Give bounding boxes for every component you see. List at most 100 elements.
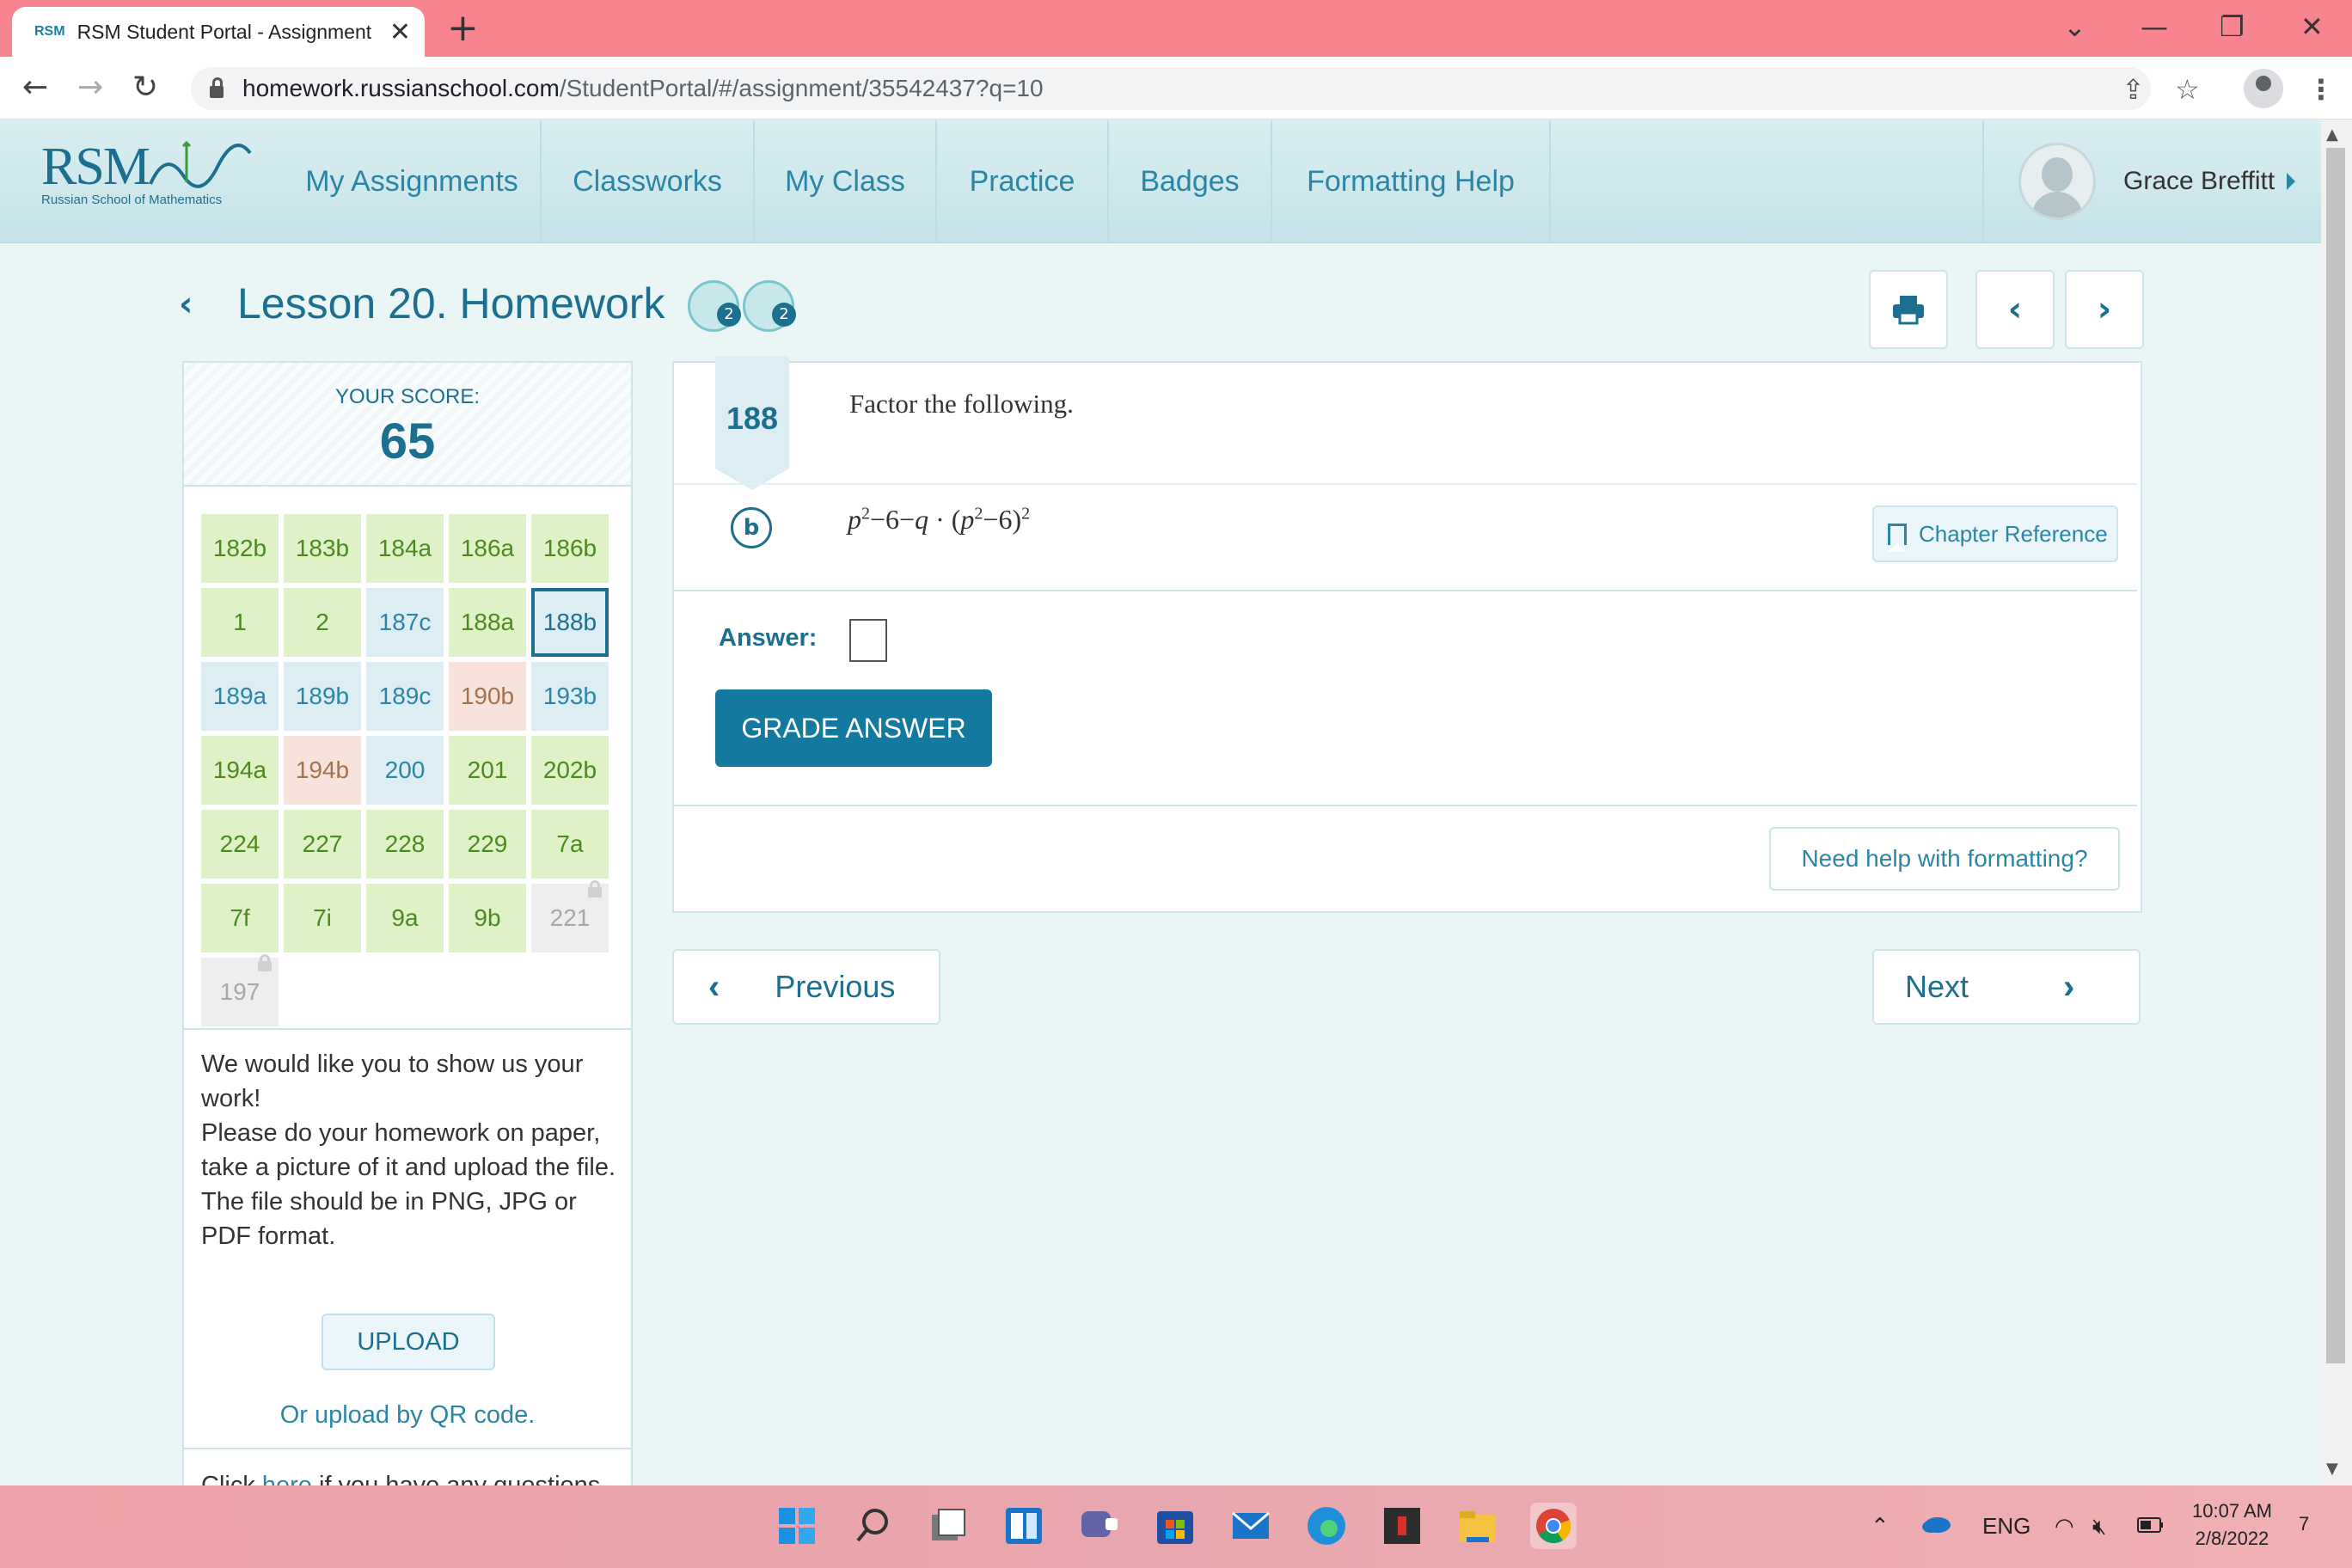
scrollbar-thumb[interactable] — [2326, 148, 2345, 1363]
previous-question-button[interactable]: ‹ — [1975, 270, 2055, 349]
problem-cell[interactable]: 186a — [449, 514, 526, 583]
problem-cell[interactable]: 183b — [284, 514, 361, 583]
problem-cell[interactable]: 202b — [531, 736, 609, 805]
nav-my-class[interactable]: My Class — [755, 120, 937, 242]
search-icon[interactable] — [849, 1503, 896, 1549]
print-button[interactable] — [1869, 270, 1948, 349]
back-arrow-icon[interactable]: ← — [22, 69, 48, 107]
share-icon[interactable]: ⇪ — [2122, 70, 2145, 108]
nav-badges[interactable]: Badges — [1109, 120, 1272, 242]
problem-cell[interactable]: 9a — [366, 884, 444, 952]
restore-icon[interactable]: ❐ — [2220, 5, 2245, 48]
rsm-logo[interactable]: RSM Russian School of Mathematics — [41, 140, 252, 207]
volume-muted-icon[interactable]: 🔇︎ — [2092, 1513, 2106, 1540]
previous-button[interactable]: ‹ Previous — [672, 949, 940, 1025]
problem-cell[interactable]: 229 — [449, 810, 526, 879]
notification-count[interactable]: 7 — [2299, 1513, 2309, 1535]
url-field[interactable]: homework.russianschool.com/StudentPortal… — [191, 67, 2151, 110]
user-menu[interactable]: Grace Breffitt — [1982, 120, 2323, 242]
close-window-icon[interactable]: ✕ — [2300, 5, 2324, 48]
problem-cell[interactable]: 197 — [201, 954, 279, 1026]
forward-arrow-icon[interactable]: → — [77, 69, 103, 107]
bookmark-star-icon[interactable]: ☆ — [2175, 70, 2200, 108]
edge-browser-icon[interactable] — [1303, 1503, 1350, 1549]
problem-cell[interactable]: 186b — [531, 514, 609, 583]
scroll-up-icon[interactable]: ▲ — [2326, 126, 2338, 144]
problem-cell[interactable]: 188b — [531, 588, 609, 657]
next-button[interactable]: Next › — [1872, 949, 2141, 1025]
problem-cell[interactable]: 7f — [201, 884, 279, 952]
problem-cell[interactable]: 193b — [531, 662, 609, 731]
badge-count: 2 — [717, 303, 741, 327]
file-explorer-icon[interactable] — [1455, 1503, 1501, 1549]
score-box: YOUR SCORE: 65 — [182, 361, 633, 487]
problem-cell[interactable]: 187c — [366, 588, 444, 657]
close-tab-icon[interactable]: ✕ — [389, 17, 411, 47]
system-clock[interactable]: 10:07 AM 2/8/2022 — [2192, 1498, 2272, 1553]
previous-label: Previous — [775, 969, 896, 1004]
nav-practice[interactable]: Practice — [937, 120, 1109, 242]
problem-cell[interactable]: 7a — [531, 810, 609, 879]
problem-cell[interactable]: 189b — [284, 662, 361, 731]
formatting-help-button[interactable]: Need help with formatting? — [1769, 827, 2120, 891]
problem-cell[interactable]: 201 — [449, 736, 526, 805]
chevron-right-icon: › — [2063, 967, 2075, 1006]
nav-my-assignments[interactable]: My Assignments — [284, 120, 542, 242]
problem-label: 7f — [230, 904, 250, 931]
tab-search-icon[interactable]: ⌄ — [2063, 5, 2086, 48]
chapter-reference-label: Chapter Reference — [1919, 520, 2108, 547]
back-chevron-icon[interactable]: ‹ — [179, 284, 193, 325]
reload-icon[interactable]: ↻ — [132, 69, 158, 107]
problem-cell[interactable]: 189c — [366, 662, 444, 731]
teams-chat-icon[interactable] — [1076, 1503, 1123, 1549]
chrome-browser-icon[interactable] — [1530, 1503, 1577, 1549]
problem-label: 7a — [556, 830, 584, 857]
chevron-left-icon: ‹ — [2007, 290, 2023, 329]
browser-tab[interactable]: RSM RSM Student Portal - Assignment ✕ — [12, 7, 425, 57]
problem-cell[interactable]: 227 — [284, 810, 361, 879]
problem-label: 194b — [295, 756, 350, 783]
problem-cell[interactable]: 189a — [201, 662, 279, 731]
problem-cell[interactable]: 200 — [366, 736, 444, 805]
minimize-icon[interactable]: — — [2141, 5, 2168, 48]
problem-cell[interactable]: 9b — [449, 884, 526, 952]
problem-label: 229 — [467, 830, 508, 857]
widgets-icon[interactable] — [1001, 1503, 1047, 1549]
problem-cell[interactable]: 1 — [201, 588, 279, 657]
problem-cell[interactable]: 182b — [201, 514, 279, 583]
qr-upload-link[interactable]: Or upload by QR code. — [184, 1401, 631, 1430]
problem-cell[interactable]: 2 — [284, 588, 361, 657]
tray-expand-icon[interactable]: ⌃ — [1871, 1513, 1890, 1540]
problem-cell[interactable]: 194a — [201, 736, 279, 805]
scroll-down-icon[interactable]: ▼ — [2326, 1460, 2338, 1478]
chapter-reference-button[interactable]: Chapter Reference — [1872, 505, 2118, 562]
store-icon[interactable] — [1152, 1503, 1198, 1549]
problem-cell[interactable]: 184a — [366, 514, 444, 583]
problem-cell[interactable]: 194b — [284, 736, 361, 805]
new-tab-button[interactable]: + — [447, 7, 479, 50]
profile-avatar-icon[interactable] — [2244, 69, 2283, 108]
nav-classworks[interactable]: Classworks — [542, 120, 755, 242]
grade-answer-button[interactable]: GRADE ANSWER — [715, 689, 992, 767]
nav-formatting-help[interactable]: Formatting Help — [1272, 120, 1551, 242]
mail-icon[interactable] — [1228, 1503, 1274, 1549]
battery-icon[interactable] — [2137, 1513, 2165, 1540]
task-view-icon[interactable] — [925, 1503, 971, 1549]
problem-cell[interactable]: 224 — [201, 810, 279, 879]
problem-cell[interactable]: 7i — [284, 884, 361, 952]
problem-cell[interactable]: 190b — [449, 662, 526, 731]
onedrive-icon[interactable] — [1920, 1513, 1951, 1540]
language-indicator[interactable]: ENG — [1982, 1513, 2030, 1540]
next-question-button[interactable]: › — [2065, 270, 2144, 349]
problem-cell[interactable]: 188a — [449, 588, 526, 657]
answer-input[interactable] — [849, 619, 887, 662]
upload-button[interactable]: UPLOAD — [322, 1314, 495, 1370]
windows-start-icon[interactable] — [774, 1503, 820, 1549]
problem-label: 228 — [384, 830, 426, 857]
problem-label: 189a — [212, 683, 267, 709]
wifi-icon[interactable]: ◠ — [2055, 1513, 2074, 1540]
problem-cell[interactable]: 221 — [531, 880, 609, 952]
problem-cell[interactable]: 228 — [366, 810, 444, 879]
office-app-icon[interactable] — [1379, 1503, 1425, 1549]
browser-menu-icon[interactable]: ⋮ — [2307, 70, 2335, 108]
